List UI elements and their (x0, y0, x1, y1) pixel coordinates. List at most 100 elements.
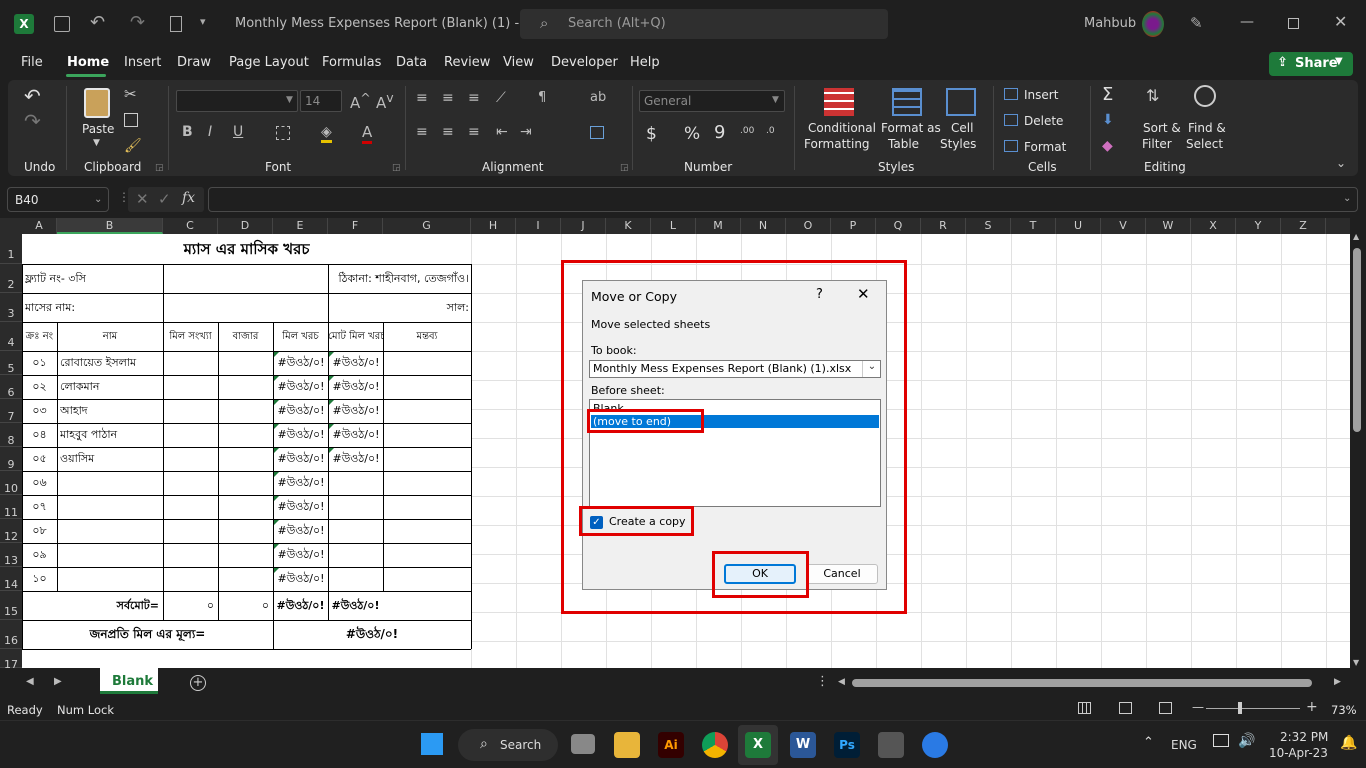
name-cell[interactable]: মাহবুব পাঠান (60, 423, 163, 447)
zoom-level[interactable]: 73% (1331, 703, 1357, 717)
volume-icon[interactable]: 🔊 (1238, 733, 1255, 749)
sheet-tab-blank[interactable]: Blank (100, 668, 158, 694)
name-cell[interactable] (60, 567, 163, 591)
per-meal-value[interactable]: #উওঠ/০! (273, 620, 471, 649)
bottom-align-icon[interactable]: ≡ (468, 90, 480, 106)
column-header[interactable]: T (1011, 218, 1056, 234)
serial-cell[interactable]: ০১ (22, 351, 57, 375)
column-header[interactable]: Z (1281, 218, 1326, 234)
scroll-down-icon[interactable]: ▼ (1353, 658, 1359, 667)
sort-filter-label-2[interactable]: Filter (1142, 137, 1172, 151)
column-header[interactable]: N (741, 218, 786, 234)
column-header[interactable]: C (163, 218, 218, 234)
serial-cell[interactable]: ০৩ (22, 399, 57, 423)
meal-cost-cell[interactable]: #উওঠ/০! (274, 495, 328, 519)
column-header[interactable]: P (831, 218, 876, 234)
insert-cells-icon[interactable] (1004, 88, 1018, 100)
row-header[interactable]: 12 (0, 519, 22, 543)
total-meal-cost-cell[interactable]: #উওঠ/০! (329, 447, 383, 471)
name-box[interactable]: B40 ⌄ (7, 187, 109, 212)
more-icon[interactable]: ⋮ (816, 674, 829, 689)
find-select-label-2[interactable]: Select (1186, 137, 1223, 151)
windows-start-icon[interactable] (421, 733, 443, 755)
serial-cell[interactable]: ০৫ (22, 447, 57, 471)
chevron-up-icon[interactable]: ⌃ (1143, 735, 1154, 750)
zoom-slider-thumb[interactable] (1238, 702, 1242, 714)
row-header[interactable]: 2 (0, 264, 22, 293)
undo-icon[interactable]: ↶ (90, 12, 105, 33)
share-button[interactable]: ⇪ Share ▼ (1269, 52, 1353, 76)
menu-home[interactable]: Home (67, 55, 109, 70)
name-cell[interactable]: লোকমান (60, 375, 163, 399)
clock-time[interactable]: 2:32 PM (1280, 730, 1328, 744)
underline-icon[interactable]: U (233, 124, 243, 140)
taskbar-search[interactable]: ⌕ Search (458, 729, 558, 761)
meal-cost-cell[interactable]: #উওঠ/০! (274, 423, 328, 447)
row-header[interactable]: 8 (0, 423, 22, 447)
column-header[interactable]: H (471, 218, 516, 234)
per-meal-label[interactable]: জনপ্রতি মিল এর মূল্য= (22, 620, 273, 649)
prev-sheet-icon[interactable]: ◀ (26, 676, 34, 687)
format-table-label-1[interactable]: Format as (881, 121, 941, 135)
column-header[interactable]: V (1101, 218, 1146, 234)
format-cells-icon[interactable] (1004, 140, 1018, 152)
scroll-right-icon[interactable]: ▶ (1334, 677, 1341, 687)
format-table-icon[interactable] (892, 88, 922, 116)
column-header[interactable]: B (57, 218, 163, 234)
row-header[interactable]: 3 (0, 293, 22, 322)
serial-cell[interactable]: ০৭ (22, 495, 57, 519)
sort-filter-label-1[interactable]: Sort & (1143, 121, 1181, 135)
conditional-formatting-icon[interactable] (824, 88, 854, 116)
chrome-icon[interactable] (702, 732, 728, 758)
row-header[interactable]: 6 (0, 375, 22, 399)
column-header[interactable]: U (1056, 218, 1101, 234)
add-sheet-icon[interactable]: + (190, 675, 206, 691)
column-header[interactable]: L (651, 218, 696, 234)
search-box[interactable]: ⌕ Search (Alt+Q) (520, 9, 888, 39)
font-color-icon[interactable]: A (362, 123, 373, 144)
calculator-icon[interactable] (878, 732, 904, 758)
chevron-down-icon[interactable]: ▼ (93, 138, 100, 148)
serial-cell[interactable]: ০৬ (22, 471, 57, 495)
help-button[interactable]: ? (816, 287, 823, 302)
menu-data[interactable]: Data (396, 55, 427, 70)
find-select-label-1[interactable]: Find & (1188, 121, 1226, 135)
meal-cost-cell[interactable]: #উওঠ/০! (274, 543, 328, 567)
cut-icon[interactable]: ✂ (124, 85, 137, 103)
total-meal-cost-cell[interactable]: #উওঠ/০! (329, 375, 383, 399)
scroll-thumb[interactable] (1353, 248, 1361, 432)
clear-icon[interactable]: ◆ (1102, 138, 1113, 154)
meal-cost-cell[interactable]: #উওঠ/০! (274, 351, 328, 375)
wrap-text-icon[interactable]: ab (590, 90, 606, 105)
merge-icon[interactable] (590, 126, 604, 139)
column-header[interactable]: I (516, 218, 561, 234)
ribbon-undo-icon[interactable]: ↶ (24, 84, 41, 108)
to-book-select[interactable]: Monthly Mess Expenses Report (Blank) (1)… (589, 360, 881, 378)
minimize-icon[interactable]: — (1240, 14, 1254, 30)
row-header[interactable]: 7 (0, 399, 22, 423)
month-name[interactable]: মাসের নাম: (25, 293, 163, 322)
meal-cost-cell[interactable]: #উওঠ/০! (274, 375, 328, 399)
menu-developer[interactable]: Developer (551, 55, 618, 70)
paste-label[interactable]: Paste (82, 122, 114, 136)
zoom-out-icon[interactable]: — (1192, 700, 1204, 714)
column-header[interactable]: W (1146, 218, 1191, 234)
column-heading[interactable]: মিল খরচ (273, 322, 328, 351)
cell-styles-label-2[interactable]: Styles (940, 137, 976, 151)
align-right-icon[interactable]: ≡ (468, 124, 480, 140)
meal-cost-cell[interactable]: #উওঠ/০! (274, 567, 328, 591)
customize-toolbar-icon[interactable]: ▾ (200, 15, 206, 28)
bold-icon[interactable]: B (182, 124, 193, 140)
column-heading[interactable]: মোট মিল খরচ (328, 322, 383, 351)
total-all-cost[interactable]: #উওঠ/০! (328, 591, 383, 620)
menu-draw[interactable]: Draw (177, 55, 211, 70)
autosum-icon[interactable]: Σ (1102, 84, 1113, 105)
comma-icon[interactable]: 9 (714, 122, 725, 143)
column-header[interactable]: Y (1236, 218, 1281, 234)
file-explorer-icon[interactable] (614, 732, 640, 758)
top-align-icon[interactable]: ≡ (416, 90, 428, 106)
increase-decimal-icon[interactable]: .00 (740, 126, 754, 136)
total-meals[interactable]: ০ (163, 591, 218, 620)
flat-number[interactable]: ফ্ল্যাট নং- ৩সি (25, 264, 163, 293)
user-name[interactable]: Mahbub (1084, 16, 1136, 31)
